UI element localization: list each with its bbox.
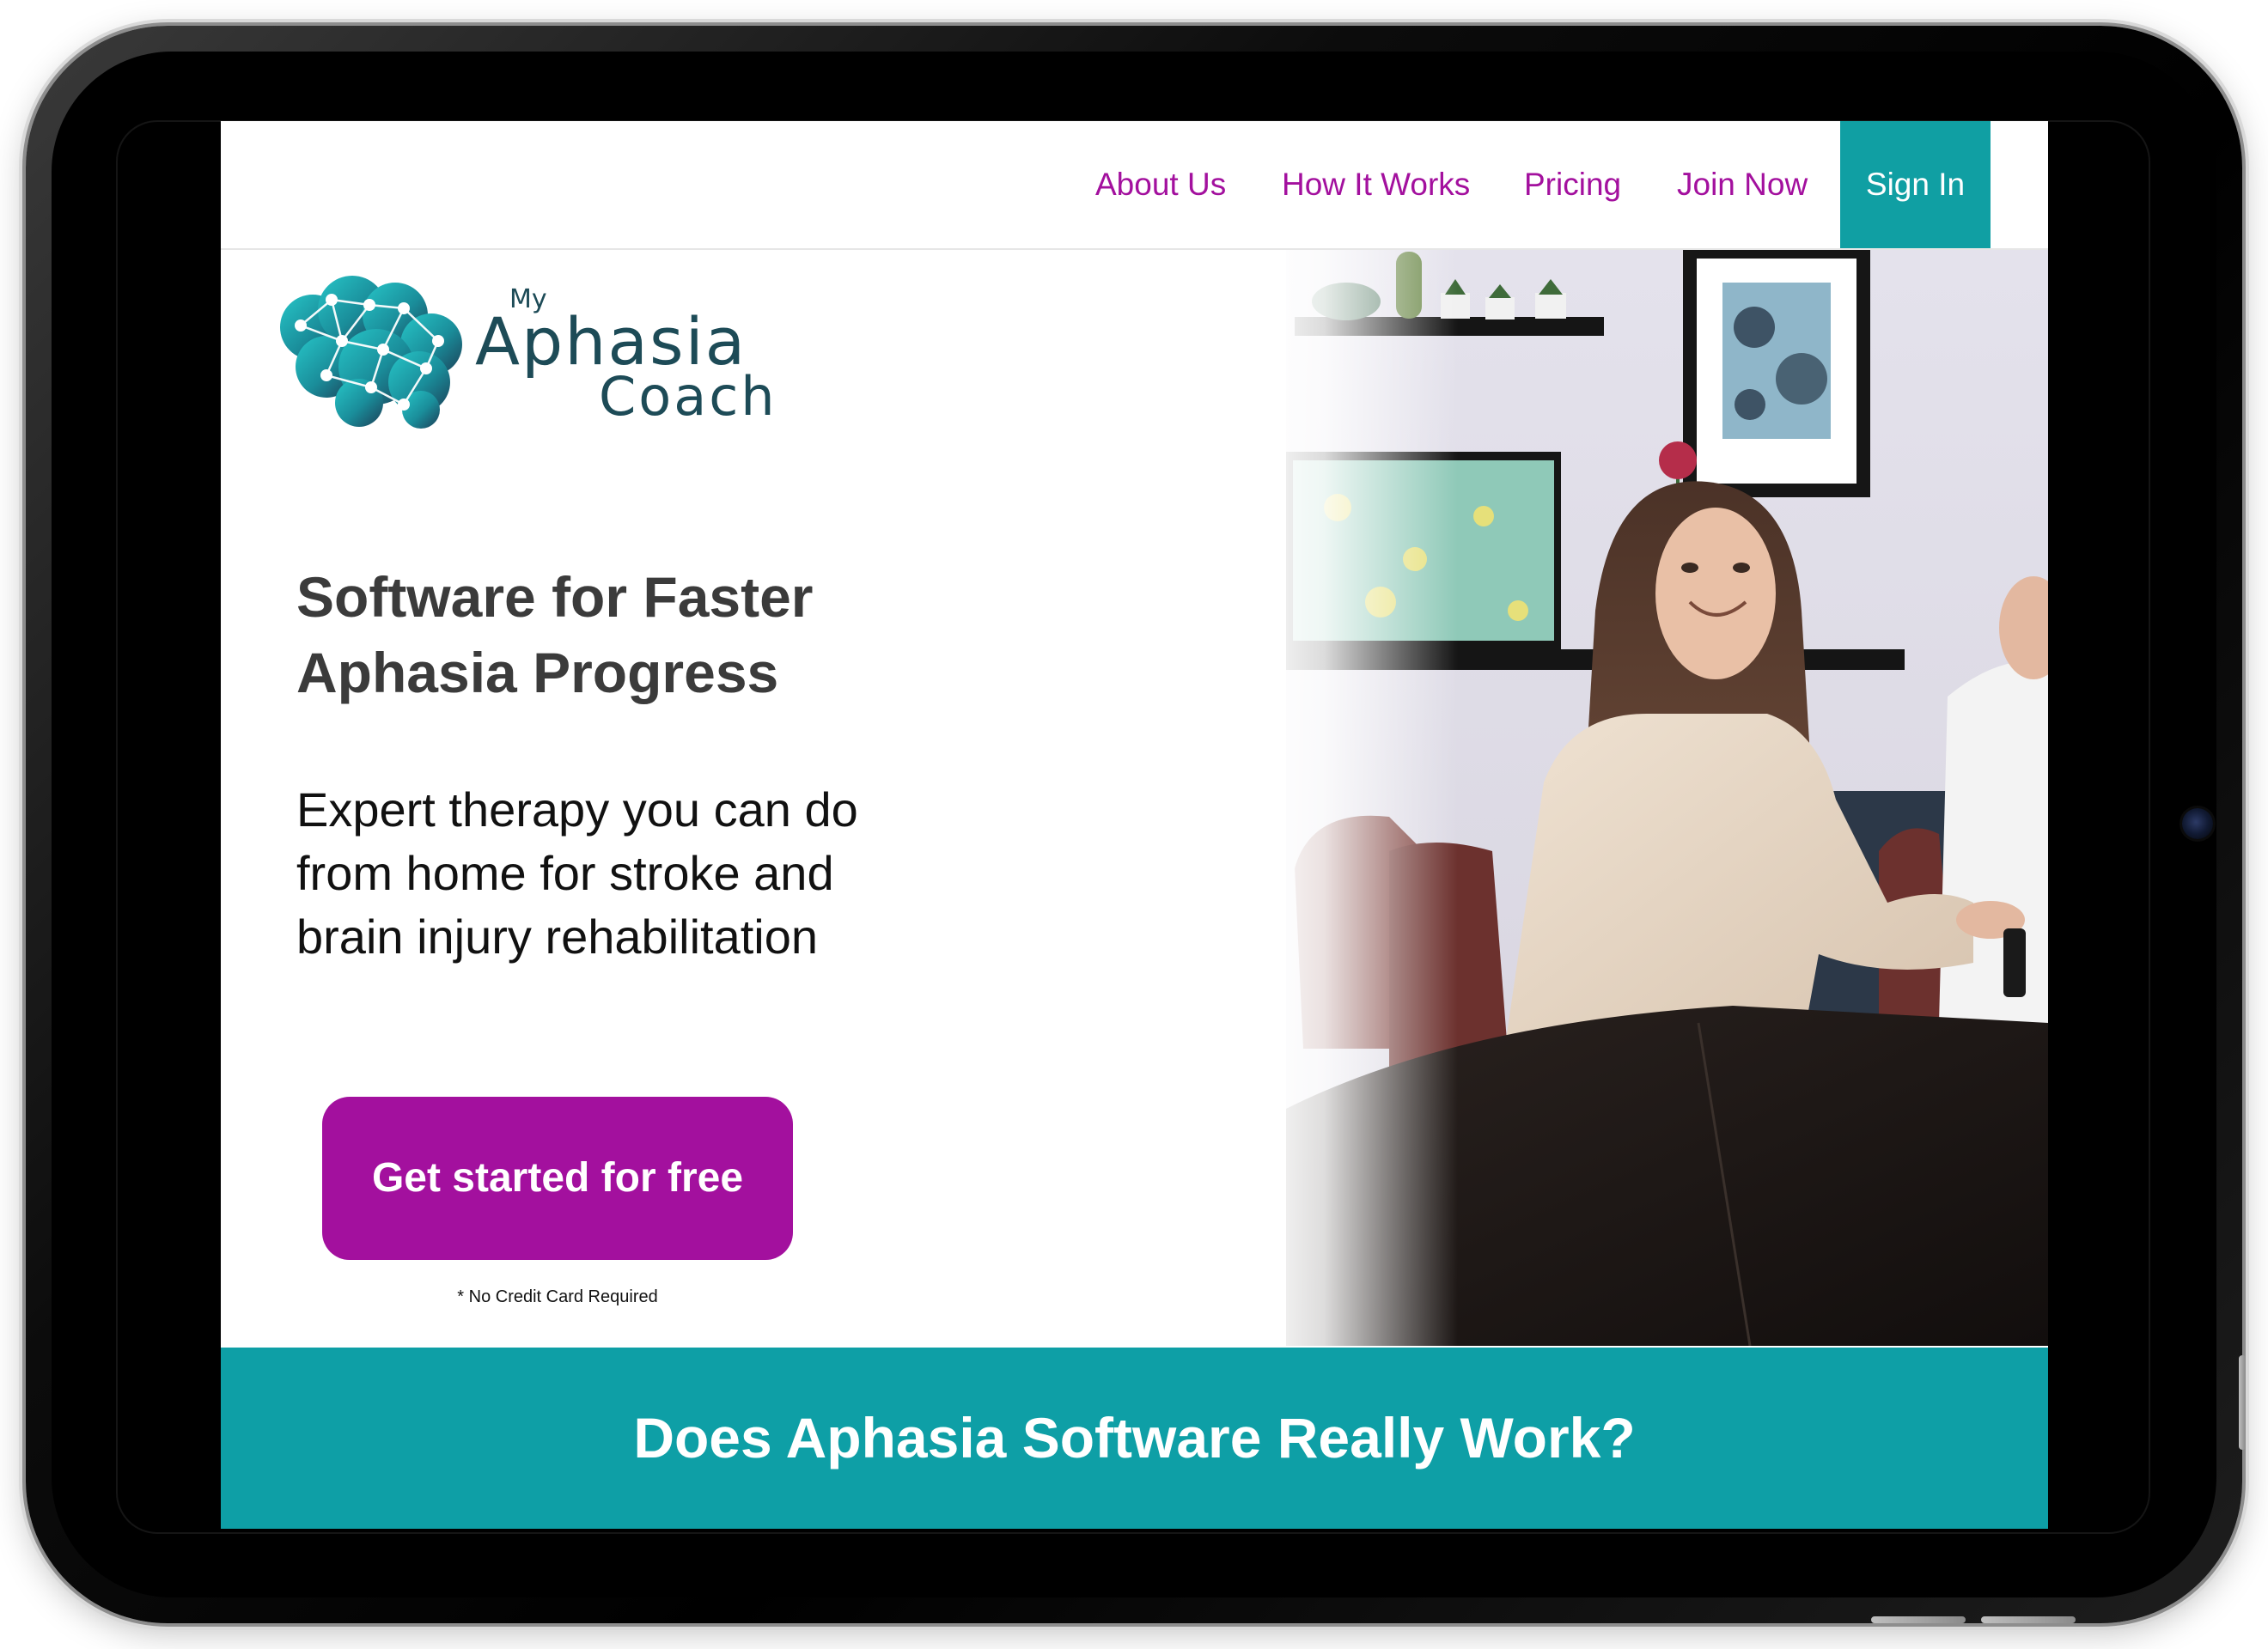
- no-credit-card-note: * No Credit Card Required: [457, 1287, 658, 1306]
- banner-title: Does Aphasia Software Really Work?: [633, 1406, 1636, 1469]
- web-page: About Us How It Works Pricing Join Now S…: [221, 121, 2048, 1529]
- photo-fade-overlay: [1252, 250, 1458, 1346]
- hero-sub-line-2: from home for stroke and: [296, 846, 834, 900]
- nav-join-now[interactable]: Join Now: [1677, 121, 1808, 248]
- hero-headline: Software for Faster Aphasia Progress: [296, 559, 984, 710]
- volume-button-bottom: [1871, 1616, 1966, 1623]
- front-camera-icon: [2182, 808, 2213, 839]
- hero-subheadline: Expert therapy you can do from home for …: [296, 778, 984, 969]
- power-button: [1981, 1616, 2076, 1623]
- get-started-button[interactable]: Get started for free: [322, 1097, 793, 1260]
- volume-button-top: [2239, 1355, 2246, 1450]
- hero-sub-line-3: brain injury rehabilitation: [296, 910, 819, 964]
- nav-how-it-works[interactable]: How It Works: [1282, 121, 1470, 248]
- hero-headline-line-1: Software for Faster: [296, 565, 814, 629]
- brain-network-icon: [280, 276, 462, 429]
- sign-in-button[interactable]: Sign In: [1840, 121, 1991, 248]
- hero-sub-line-1: Expert therapy you can do: [296, 782, 858, 837]
- logo-text-coach: Coach: [599, 365, 777, 428]
- teal-banner: Does Aphasia Software Really Work?: [221, 1348, 2048, 1529]
- nav-about-us[interactable]: About Us: [1095, 121, 1226, 248]
- hero-headline-line-2: Aphasia Progress: [296, 641, 779, 704]
- top-navigation: About Us How It Works Pricing Join Now S…: [221, 121, 2048, 250]
- nav-pricing[interactable]: Pricing: [1524, 121, 1621, 248]
- hero-section: My Aphasia Coach Software for Faster Aph…: [221, 250, 2048, 1346]
